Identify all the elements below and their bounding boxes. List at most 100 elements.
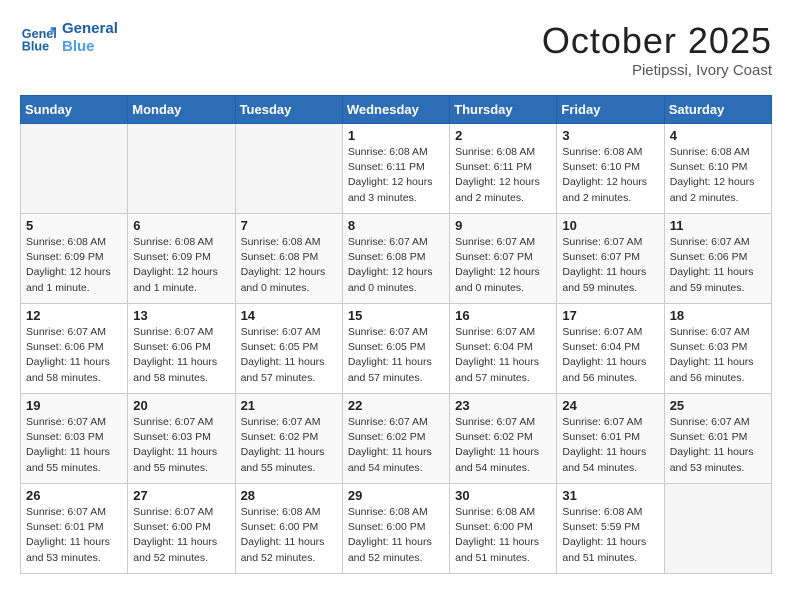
day-number: 21	[241, 398, 337, 413]
day-number: 18	[670, 308, 766, 323]
calendar-cell: 31 Sunrise: 6:08 AM Sunset: 5:59 PM Dayli…	[557, 484, 664, 574]
calendar-cell: 17 Sunrise: 6:07 AM Sunset: 6:04 PM Dayli…	[557, 304, 664, 394]
day-header-friday: Friday	[557, 96, 664, 124]
logo-text: General Blue	[62, 20, 118, 56]
calendar-table: SundayMondayTuesdayWednesdayThursdayFrid…	[20, 95, 772, 574]
day-number: 26	[26, 488, 122, 503]
calendar-cell	[128, 124, 235, 214]
day-number: 8	[348, 218, 444, 233]
day-info: Sunrise: 6:08 AM Sunset: 6:10 PM Dayligh…	[562, 145, 658, 206]
calendar-week-row: 12 Sunrise: 6:07 AM Sunset: 6:06 PM Dayli…	[21, 304, 772, 394]
calendar-cell: 18Sunrise: 6:07 AM Sunset: 6:03 PM Dayli…	[664, 304, 771, 394]
calendar-week-row: 19 Sunrise: 6:07 AM Sunset: 6:03 PM Dayli…	[21, 394, 772, 484]
month-title: October 2025	[542, 20, 772, 62]
day-info: Sunrise: 6:08 AM Sunset: 6:09 PM Dayligh…	[26, 235, 122, 296]
calendar-cell	[235, 124, 342, 214]
day-info: Sunrise: 6:07 AM Sunset: 6:02 PM Dayligh…	[348, 415, 444, 476]
day-header-thursday: Thursday	[450, 96, 557, 124]
calendar-cell: 12 Sunrise: 6:07 AM Sunset: 6:06 PM Dayli…	[21, 304, 128, 394]
day-info: Sunrise: 6:07 AM Sunset: 6:08 PM Dayligh…	[348, 235, 444, 296]
day-number: 3	[562, 128, 658, 143]
day-number: 4	[670, 128, 766, 143]
calendar-cell: 21Sunrise: 6:07 AM Sunset: 6:02 PM Dayli…	[235, 394, 342, 484]
day-number: 6	[133, 218, 229, 233]
page-header: General Blue General Blue October 2025 P…	[20, 20, 772, 79]
location: Pietipssi, Ivory Coast	[542, 62, 772, 79]
day-number: 16	[455, 308, 551, 323]
day-number: 27	[133, 488, 229, 503]
calendar-cell: 9 Sunrise: 6:07 AM Sunset: 6:07 PM Daylig…	[450, 214, 557, 304]
logo: General Blue General Blue	[20, 20, 118, 56]
day-number: 30	[455, 488, 551, 503]
day-number: 31	[562, 488, 658, 503]
day-number: 17	[562, 308, 658, 323]
day-number: 22	[348, 398, 444, 413]
calendar-cell: 4 Sunrise: 6:08 AM Sunset: 6:10 PM Daylig…	[664, 124, 771, 214]
day-info: Sunrise: 6:07 AM Sunset: 6:06 PM Dayligh…	[26, 325, 122, 386]
day-info: Sunrise: 6:07 AM Sunset: 6:00 PM Dayligh…	[133, 505, 229, 566]
calendar-cell	[21, 124, 128, 214]
day-header-saturday: Saturday	[664, 96, 771, 124]
logo-icon: General Blue	[20, 20, 56, 56]
day-number: 19	[26, 398, 122, 413]
calendar-cell: 15Sunrise: 6:07 AM Sunset: 6:05 PM Dayli…	[342, 304, 449, 394]
day-number: 10	[562, 218, 658, 233]
calendar-cell: 1Sunrise: 6:08 AM Sunset: 6:11 PM Daylig…	[342, 124, 449, 214]
day-info: Sunrise: 6:07 AM Sunset: 6:01 PM Dayligh…	[26, 505, 122, 566]
calendar-cell: 30Sunrise: 6:08 AM Sunset: 6:00 PM Dayli…	[450, 484, 557, 574]
calendar-cell: 19 Sunrise: 6:07 AM Sunset: 6:03 PM Dayli…	[21, 394, 128, 484]
calendar-cell: 11 Sunrise: 6:07 AM Sunset: 6:06 PM Dayli…	[664, 214, 771, 304]
day-info: Sunrise: 6:08 AM Sunset: 6:11 PM Dayligh…	[455, 145, 551, 206]
calendar-header-row: SundayMondayTuesdayWednesdayThursdayFrid…	[21, 96, 772, 124]
calendar-cell: 6 Sunrise: 6:08 AM Sunset: 6:09 PM Daylig…	[128, 214, 235, 304]
day-info: Sunrise: 6:08 AM Sunset: 6:00 PM Dayligh…	[348, 505, 444, 566]
calendar-cell: 7 Sunrise: 6:08 AM Sunset: 6:08 PM Daylig…	[235, 214, 342, 304]
day-info: Sunrise: 6:07 AM Sunset: 6:01 PM Dayligh…	[562, 415, 658, 476]
day-number: 11	[670, 218, 766, 233]
day-number: 1	[348, 128, 444, 143]
calendar-cell: 23 Sunrise: 6:07 AM Sunset: 6:02 PM Dayli…	[450, 394, 557, 484]
day-info: Sunrise: 6:07 AM Sunset: 6:03 PM Dayligh…	[133, 415, 229, 476]
calendar-cell: 2 Sunrise: 6:08 AM Sunset: 6:11 PM Daylig…	[450, 124, 557, 214]
svg-text:Blue: Blue	[22, 40, 49, 54]
day-header-sunday: Sunday	[21, 96, 128, 124]
day-info: Sunrise: 6:07 AM Sunset: 6:06 PM Dayligh…	[133, 325, 229, 386]
day-number: 2	[455, 128, 551, 143]
calendar-week-row: 5 Sunrise: 6:08 AM Sunset: 6:09 PM Daylig…	[21, 214, 772, 304]
day-info: Sunrise: 6:07 AM Sunset: 6:05 PM Dayligh…	[241, 325, 337, 386]
day-number: 25	[670, 398, 766, 413]
day-info: Sunrise: 6:07 AM Sunset: 6:03 PM Dayligh…	[26, 415, 122, 476]
day-number: 23	[455, 398, 551, 413]
day-number: 24	[562, 398, 658, 413]
day-number: 12	[26, 308, 122, 323]
day-number: 28	[241, 488, 337, 503]
calendar-cell	[664, 484, 771, 574]
day-info: Sunrise: 6:07 AM Sunset: 6:04 PM Dayligh…	[562, 325, 658, 386]
calendar-cell: 28 Sunrise: 6:08 AM Sunset: 6:00 PM Dayli…	[235, 484, 342, 574]
day-header-wednesday: Wednesday	[342, 96, 449, 124]
day-info: Sunrise: 6:07 AM Sunset: 6:01 PM Dayligh…	[670, 415, 766, 476]
day-info: Sunrise: 6:08 AM Sunset: 5:59 PM Dayligh…	[562, 505, 658, 566]
day-info: Sunrise: 6:07 AM Sunset: 6:07 PM Dayligh…	[455, 235, 551, 296]
calendar-cell: 22 Sunrise: 6:07 AM Sunset: 6:02 PM Dayli…	[342, 394, 449, 484]
day-number: 9	[455, 218, 551, 233]
calendar-cell: 10 Sunrise: 6:07 AM Sunset: 6:07 PM Dayli…	[557, 214, 664, 304]
day-number: 7	[241, 218, 337, 233]
day-info: Sunrise: 6:08 AM Sunset: 6:09 PM Dayligh…	[133, 235, 229, 296]
calendar-cell: 5 Sunrise: 6:08 AM Sunset: 6:09 PM Daylig…	[21, 214, 128, 304]
day-info: Sunrise: 6:08 AM Sunset: 6:00 PM Dayligh…	[241, 505, 337, 566]
calendar-cell: 29Sunrise: 6:08 AM Sunset: 6:00 PM Dayli…	[342, 484, 449, 574]
day-header-monday: Monday	[128, 96, 235, 124]
calendar-cell: 16Sunrise: 6:07 AM Sunset: 6:04 PM Dayli…	[450, 304, 557, 394]
day-info: Sunrise: 6:07 AM Sunset: 6:02 PM Dayligh…	[455, 415, 551, 476]
calendar-cell: 13Sunrise: 6:07 AM Sunset: 6:06 PM Dayli…	[128, 304, 235, 394]
day-info: Sunrise: 6:08 AM Sunset: 6:08 PM Dayligh…	[241, 235, 337, 296]
day-number: 14	[241, 308, 337, 323]
day-info: Sunrise: 6:07 AM Sunset: 6:06 PM Dayligh…	[670, 235, 766, 296]
title-block: October 2025 Pietipssi, Ivory Coast	[542, 20, 772, 79]
day-info: Sunrise: 6:07 AM Sunset: 6:07 PM Dayligh…	[562, 235, 658, 296]
calendar-cell: 24 Sunrise: 6:07 AM Sunset: 6:01 PM Dayli…	[557, 394, 664, 484]
day-info: Sunrise: 6:08 AM Sunset: 6:10 PM Dayligh…	[670, 145, 766, 206]
day-number: 5	[26, 218, 122, 233]
calendar-week-row: 1 Sunrise: 6:08 AM Sunset: 6:11 PM Daylig…	[21, 124, 772, 214]
